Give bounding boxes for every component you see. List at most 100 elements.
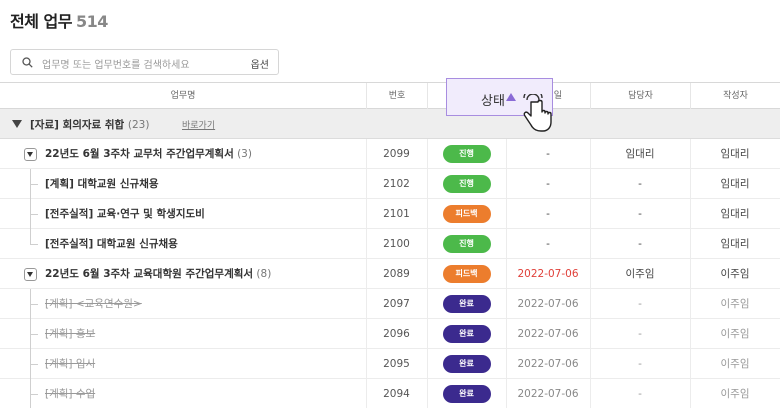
task-title[interactable]: 22년도 6월 3주차 교육대학원 주간업무계획서 (8): [45, 259, 366, 289]
task-title[interactable]: [전주실적] 교육·연구 및 학생지도비: [45, 199, 366, 229]
status-badge[interactable]: 진행: [442, 235, 491, 253]
assignee: -: [638, 298, 642, 310]
task-title[interactable]: [계획] 대학교원 신규채용: [45, 169, 366, 199]
task-number: 2102: [383, 178, 410, 190]
author: 이주임: [720, 298, 750, 310]
table-row[interactable]: [계획] <교육연수원> 2097 완료 2022-07-06 - 이주임: [0, 289, 780, 319]
task-title-text: 22년도 6월 3주차 교육대학원 주간업무계획서: [45, 268, 254, 280]
status-badge[interactable]: 진행: [442, 145, 491, 163]
status-cell: 완료: [427, 289, 506, 319]
author: 이주임: [720, 328, 750, 340]
subtask-count: (8): [253, 268, 272, 280]
task-title-text: [전주실적] 대학교원 신규채용: [45, 238, 178, 250]
status-badge[interactable]: 완료: [442, 355, 491, 373]
collapse-arrow-icon[interactable]: [12, 120, 22, 128]
task-title-text: [계획] 입시: [45, 358, 96, 370]
tree-branch: [30, 304, 38, 305]
group-count: (23): [127, 119, 150, 131]
assignee: -: [638, 178, 642, 190]
search-options-button[interactable]: 옵션: [251, 56, 269, 71]
expand-toggle-icon[interactable]: [24, 268, 37, 281]
table-row[interactable]: [전주실적] 교육·연구 및 학생지도비 2101 피드백 - - 임대리: [0, 199, 780, 229]
due-date: -: [546, 178, 550, 190]
status-badge[interactable]: 완료: [442, 295, 491, 313]
status-header-label: 상태: [481, 94, 505, 109]
group-link[interactable]: 바로가기: [182, 118, 215, 131]
task-title[interactable]: [계획] <교육연수원>: [45, 289, 366, 319]
due-date: 2022-07-06: [517, 298, 579, 310]
pointer-hand-icon: [523, 94, 552, 132]
column-header-task[interactable]: 업무명: [0, 83, 366, 109]
status-cell: 피드백: [427, 259, 506, 289]
status-badge[interactable]: 완료: [442, 385, 491, 403]
assignee: -: [638, 208, 642, 220]
status-cell: 완료: [427, 319, 506, 349]
task-title-text: 22년도 6월 3주차 교무처 주간업무계획서: [45, 148, 234, 160]
task-number: 2097: [383, 298, 410, 310]
status-badge[interactable]: 진행: [442, 175, 491, 193]
status-cell: 진행: [427, 169, 506, 199]
tree-branch: [30, 394, 38, 395]
assignee: -: [638, 388, 642, 400]
column-header-author[interactable]: 작성자: [690, 83, 780, 109]
assignee: 이주임: [625, 268, 655, 280]
grid-header: 업무명 번호 일 담당자 작성자: [0, 82, 780, 109]
due-date: 2022-07-06: [517, 268, 579, 280]
task-title[interactable]: 22년도 6월 3주차 교무처 주간업무계획서 (3): [45, 139, 366, 169]
author: 이주임: [720, 388, 750, 400]
page-title-text: 전체 업무: [10, 12, 72, 31]
task-title-text: [계획] 수업: [45, 388, 96, 400]
author: 임대리: [720, 208, 750, 220]
task-number: 2094: [383, 388, 410, 400]
tree-branch: [30, 334, 38, 335]
due-date: 2022-07-06: [517, 388, 579, 400]
tree-branch: [30, 214, 38, 215]
table-row[interactable]: 22년도 6월 3주차 교육대학원 주간업무계획서 (8) 2089 피드백 2022…: [0, 259, 780, 289]
status-cell: 진행: [427, 139, 506, 169]
assignee: -: [638, 238, 642, 250]
tree-branch: [30, 364, 38, 365]
status-badge[interactable]: 피드백: [442, 265, 491, 283]
status-cell: 진행: [427, 229, 506, 259]
due-date: 2022-07-06: [517, 358, 579, 370]
task-title[interactable]: [계획] 홍보: [45, 319, 366, 349]
expand-toggle-icon[interactable]: [24, 148, 37, 161]
task-number: 2099: [383, 148, 410, 160]
status-badge[interactable]: 피드백: [442, 205, 491, 223]
table-row[interactable]: [전주실적] 대학교원 신규채용 2100 진행 - - 임대리: [0, 229, 780, 259]
author: 임대리: [720, 238, 750, 250]
group-row[interactable]: [자료] 회의자료 취합 (23) 바로가기: [0, 109, 780, 139]
assignee: -: [638, 358, 642, 370]
author: 이주임: [720, 358, 750, 370]
total-count: 514: [75, 12, 108, 31]
status-cell: 완료: [427, 379, 506, 408]
task-title-text: [계획] 대학교원 신규채용: [45, 178, 159, 190]
author: 임대리: [720, 148, 750, 160]
column-header-assignee[interactable]: 담당자: [590, 83, 690, 109]
table-row[interactable]: [계획] 홍보 2096 완료 2022-07-06 - 이주임: [0, 319, 780, 349]
task-title-text: [계획] 홍보: [45, 328, 96, 340]
task-title[interactable]: [계획] 입시: [45, 349, 366, 379]
table-row[interactable]: [계획] 입시 2095 완료 2022-07-06 - 이주임: [0, 349, 780, 379]
sort-asc-icon[interactable]: [506, 93, 516, 101]
subtask-count: (3): [233, 148, 252, 160]
tree-branch: [30, 244, 38, 245]
group-title-text: [자료] 회의자료 취합: [30, 119, 125, 131]
status-badge[interactable]: 완료: [442, 325, 491, 343]
task-title[interactable]: [전주실적] 대학교원 신규채용: [45, 229, 366, 259]
group-title: [자료] 회의자료 취합 (23): [30, 117, 149, 132]
column-header-number[interactable]: 번호: [366, 83, 427, 109]
table-row[interactable]: [계획] 대학교원 신규채용 2102 진행 - - 임대리: [0, 169, 780, 199]
task-number: 2100: [383, 238, 410, 250]
tree-branch: [30, 184, 38, 185]
status-cell: 피드백: [427, 199, 506, 229]
tree-line: [30, 229, 31, 244]
task-number: 2101: [383, 208, 410, 220]
search-input[interactable]: 업무명 또는 업무번호를 검색하세요 옵션: [10, 49, 279, 75]
table-row[interactable]: [계획] 수업 2094 완료 2022-07-06 - 이주임: [0, 379, 780, 408]
assignee: 임대리: [625, 148, 655, 160]
assignee: -: [638, 328, 642, 340]
task-title[interactable]: [계획] 수업: [45, 379, 366, 408]
table-row[interactable]: 22년도 6월 3주차 교무처 주간업무계획서 (3) 2099 진행 - 임대리 임대리: [0, 139, 780, 169]
due-date: -: [546, 238, 550, 250]
